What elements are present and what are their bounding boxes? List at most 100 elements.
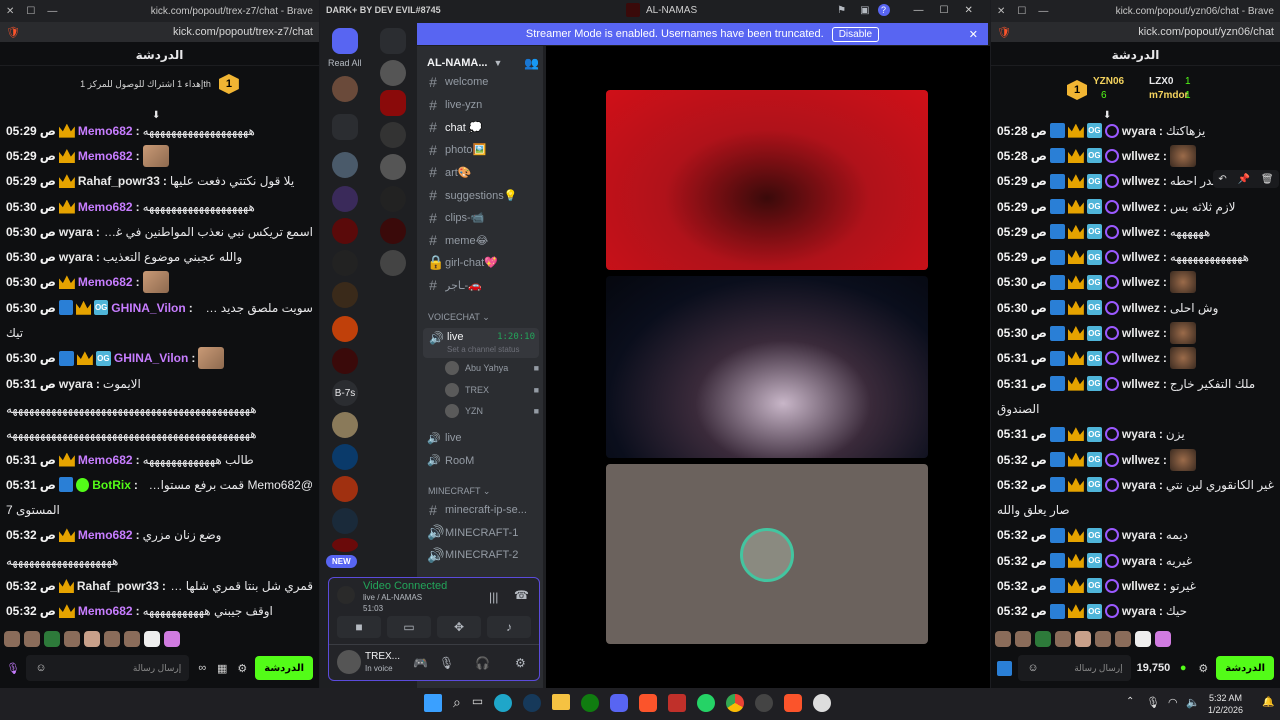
- minimize-icon[interactable]: —: [914, 5, 924, 16]
- gamepad-icon[interactable]: 🎮: [413, 656, 428, 670]
- message-username[interactable]: wllwez: [1122, 351, 1160, 365]
- message-username[interactable]: Memo682: [78, 149, 133, 163]
- message-username[interactable]: wyara: [1122, 554, 1156, 568]
- disconnect-icon[interactable]: ☎: [514, 588, 529, 602]
- chat-message[interactable]: 05:32 ص Memo682: وضع زنان مزري: [6, 523, 313, 548]
- text-channel[interactable]: # meme😂: [427, 230, 539, 250]
- text-channel[interactable]: # clips-📹: [427, 208, 539, 228]
- brave-icon[interactable]: [784, 694, 803, 712]
- chat-message[interactable]: 05:32 ص OG wyara: ديمه: [997, 523, 1274, 548]
- emote[interactable]: [1075, 631, 1091, 647]
- vc-location[interactable]: live / AL-NAMAS: [363, 593, 422, 602]
- infinity-icon[interactable]: ∞: [195, 661, 209, 675]
- tray-chevron-icon[interactable]: ⌃: [1126, 696, 1134, 707]
- text-channel[interactable]: # art🎨: [427, 162, 539, 182]
- server-header[interactable]: AL-NAMA... ▼ 👥: [427, 56, 539, 70]
- app-icon[interactable]: [755, 694, 774, 712]
- server-icon[interactable]: [380, 122, 406, 148]
- mic-icon[interactable]: 🎙: [1146, 696, 1160, 709]
- chat-message[interactable]: 05:30 ص wyara: والله عجبني موضوع التعذيب: [6, 244, 313, 269]
- text-channel[interactable]: # photo🖼️: [427, 140, 539, 160]
- mic-icon[interactable]: 🎙: [6, 661, 20, 675]
- emote-image[interactable]: [142, 271, 169, 294]
- chat-message[interactable]: 05:32 ص Memo682: اوقف جيبني هههههههههههه: [6, 599, 313, 624]
- text-channel[interactable]: # chat 💭: [427, 117, 539, 137]
- server-b7s[interactable]: B-7s: [332, 380, 358, 406]
- server-icon[interactable]: [380, 218, 406, 244]
- emote[interactable]: [4, 631, 20, 647]
- message-username[interactable]: wyara: [59, 225, 93, 239]
- emote-image[interactable]: [1169, 144, 1196, 167]
- chat-message[interactable]: تيك: [6, 320, 313, 345]
- emote[interactable]: [1095, 631, 1111, 647]
- voice-user[interactable]: Abu Yahya ■: [445, 358, 539, 378]
- user-avatar[interactable]: [337, 650, 361, 674]
- left-send-button[interactable]: الدردشة: [255, 656, 313, 680]
- minecraft-category[interactable]: MINECRAFT ⌄: [428, 486, 490, 497]
- voice-channel[interactable]: 🔊 live: [427, 428, 539, 448]
- server-icon[interactable]: [380, 60, 406, 86]
- emote[interactable]: [144, 631, 160, 647]
- text-channel[interactable]: # ـاجر-🚗: [427, 275, 539, 295]
- live-voice-channel[interactable]: 🔊 live 1:20:10 Set a channel status: [423, 328, 539, 358]
- clock-date[interactable]: 1/2/2026: [1208, 704, 1243, 716]
- emoji-icon[interactable]: ☺: [1026, 661, 1040, 675]
- message-username[interactable]: wyara: [1122, 478, 1156, 492]
- message-username[interactable]: wllwez: [1122, 301, 1160, 315]
- chat-message[interactable]: 05:31 ص wyara: الايموت: [6, 371, 313, 396]
- message-username[interactable]: wyara: [59, 377, 93, 391]
- reply-icon[interactable]: ↶: [1218, 174, 1226, 185]
- help-icon[interactable]: ?: [877, 4, 890, 16]
- sword-badge-icon[interactable]: [997, 660, 1012, 676]
- chat-message[interactable]: 05:29 ص OG wllwez: لازم ثلاثه بس: [997, 194, 1274, 219]
- server-icon[interactable]: [332, 316, 358, 342]
- emote-image[interactable]: [1169, 347, 1196, 370]
- close-window-icon[interactable]: ✕: [965, 5, 973, 16]
- left-chat-input[interactable]: ☺ إرسال رسالة: [26, 655, 190, 681]
- steam-icon[interactable]: [523, 694, 542, 712]
- clock-time[interactable]: 5:32 AM: [1208, 692, 1243, 704]
- message-username[interactable]: wyara: [1122, 124, 1156, 138]
- right-url-text[interactable]: kick.com/popout/yzn06/chat: [1019, 26, 1274, 38]
- volume-icon[interactable]: 🔈: [1186, 696, 1200, 709]
- left-url-text[interactable]: kick.com/popout/trex-z7/chat: [28, 26, 313, 38]
- emote-image[interactable]: [1169, 271, 1196, 294]
- server-icon[interactable]: [380, 186, 406, 212]
- chat-message[interactable]: 05:30 ص Memo682:: [6, 270, 313, 295]
- chat-message[interactable]: 05:28 ص OG wyara: يزهاكتك: [997, 118, 1274, 143]
- chat-message[interactable]: 05:32 ص OG wllwez: غيرتو: [997, 573, 1274, 598]
- voicechat-category[interactable]: VOICECHAT ⌄: [428, 312, 490, 323]
- channel-status[interactable]: Set a channel status: [447, 345, 520, 354]
- message-username[interactable]: GHINA_Vilon: [111, 301, 185, 315]
- message-username[interactable]: Memo682: [78, 528, 133, 542]
- text-channel[interactable]: # minecraft-ip-se...: [427, 500, 539, 520]
- server-icon[interactable]: [332, 282, 358, 308]
- chat-message[interactable]: صار يعلق والله: [997, 497, 1274, 522]
- close-banner-icon[interactable]: ✕: [969, 28, 978, 41]
- voice-channel[interactable]: 🔊 MINECRAFT-1: [427, 523, 539, 543]
- message-username[interactable]: Memo682: [78, 453, 133, 467]
- message-username[interactable]: wyara: [1122, 427, 1156, 441]
- chat-message[interactable]: 05:31 ص OG wllwez: ملك التفكير خارج: [997, 371, 1274, 396]
- chat-message[interactable]: 05:28 ص OG wllwez:: [997, 143, 1274, 168]
- disable-button[interactable]: Disable: [831, 26, 880, 42]
- discord-icon[interactable]: [610, 694, 629, 712]
- gear-icon[interactable]: ⚙: [235, 661, 249, 675]
- message-username[interactable]: wyara: [1122, 604, 1156, 618]
- file-explorer-icon[interactable]: [552, 694, 571, 710]
- obs-icon[interactable]: [813, 694, 832, 712]
- server-icon[interactable]: [332, 508, 358, 534]
- server-icon[interactable]: [332, 218, 358, 244]
- message-username[interactable]: GHINA_Vilon: [114, 351, 188, 365]
- emote[interactable]: [1015, 631, 1031, 647]
- emote[interactable]: [104, 631, 120, 647]
- discord-home-icon[interactable]: [332, 28, 358, 54]
- emote[interactable]: [1155, 631, 1171, 647]
- app-icon[interactable]: [668, 694, 687, 712]
- brave-shield-icon[interactable]: 🛡: [997, 26, 1011, 39]
- chat-message[interactable]: 05:30 ص OG wllwez:: [997, 320, 1274, 345]
- chat-message[interactable]: 05:29 ص Memo682:: [6, 143, 313, 168]
- chrome-icon[interactable]: [726, 694, 745, 712]
- message-username[interactable]: wllwez: [1122, 377, 1160, 391]
- emote[interactable]: [84, 631, 100, 647]
